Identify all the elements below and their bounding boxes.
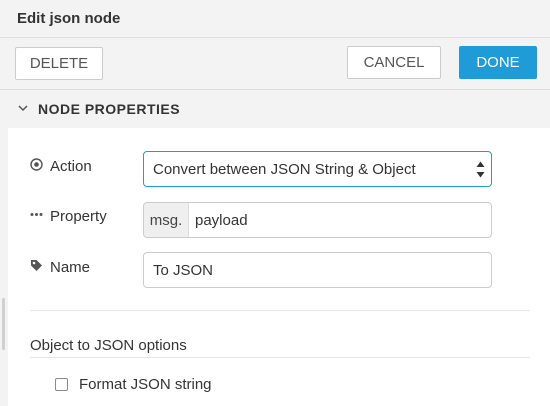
select-arrows-icon (475, 160, 485, 180)
format-json-option[interactable]: Format JSON string (55, 376, 212, 393)
property-row: Property (30, 208, 107, 225)
name-input[interactable]: To JSON (143, 252, 492, 288)
name-row: Name (30, 259, 90, 276)
name-label: Name (50, 259, 91, 276)
action-label-group: Action (30, 158, 92, 175)
node-properties-header[interactable]: NODE PROPERTIES (8, 90, 550, 128)
action-select-value: Convert between JSON String & Object (153, 160, 416, 178)
subheading-divider (30, 357, 530, 358)
tag-icon (30, 259, 44, 276)
section-title: NODE PROPERTIES (38, 101, 181, 117)
action-row: Action (30, 158, 92, 175)
property-input[interactable]: msg. payload (143, 202, 492, 238)
delete-button[interactable]: DELETE (15, 47, 103, 80)
dialog-title-text: Edit json node (17, 10, 121, 27)
dialog-title: Edit json node (0, 0, 550, 38)
property-label-group: Property (30, 208, 107, 225)
property-type-prefix[interactable]: msg. (144, 203, 189, 237)
name-label-group: Name (30, 259, 90, 276)
resize-handle[interactable] (2, 298, 5, 350)
format-json-checkbox[interactable] (55, 378, 68, 391)
radio-target-icon (30, 158, 44, 175)
dialog-toolbar: DELETE CANCEL DONE (0, 38, 550, 90)
cancel-button[interactable]: CANCEL (347, 46, 441, 79)
chevron-down-icon[interactable] (12, 103, 34, 115)
action-select[interactable]: Convert between JSON String & Object (143, 151, 492, 187)
action-label: Action (50, 158, 92, 175)
property-label: Property (50, 208, 107, 225)
divider (30, 310, 530, 311)
object-to-json-heading: Object to JSON options (30, 337, 187, 354)
done-button[interactable]: DONE (459, 46, 537, 79)
property-value[interactable]: payload (189, 212, 248, 229)
ellipsis-icon (30, 208, 44, 225)
left-gutter (0, 90, 8, 406)
format-json-label[interactable]: Format JSON string (79, 376, 212, 393)
